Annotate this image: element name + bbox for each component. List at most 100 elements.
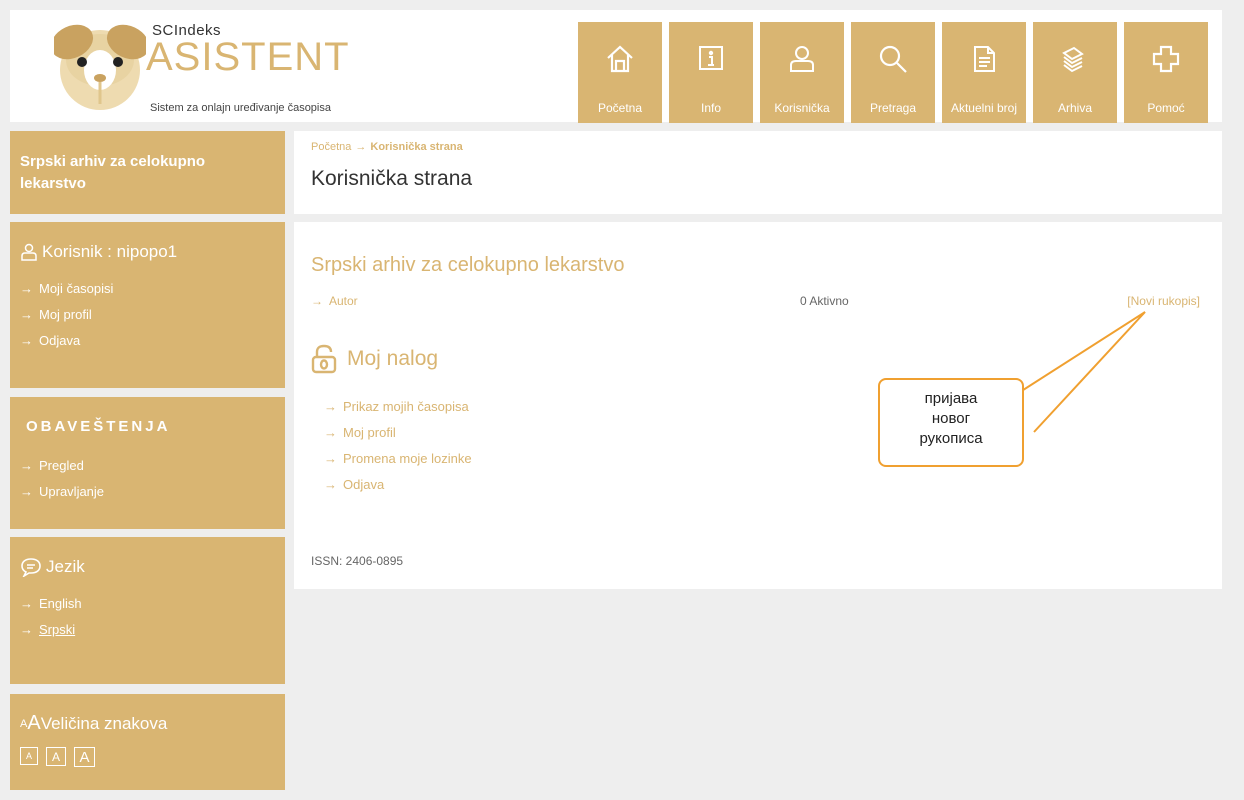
arrow-right-icon: → <box>20 458 33 473</box>
arrow-right-icon: → <box>20 307 33 322</box>
arrow-right-icon: → <box>20 622 33 637</box>
active-count: 0 Aktivno <box>800 294 849 308</box>
nav-pomoc[interactable]: Pomoć <box>1124 22 1208 123</box>
new-manuscript-link[interactable]: [Novi rukopis] <box>1127 294 1200 308</box>
nav-arhiva[interactable]: Arhiva <box>1033 22 1117 123</box>
account-link-label: Promena moje lozinke <box>343 451 472 466</box>
sidebar-user-title: Korisnik : nipopo1 <box>20 242 275 262</box>
dog-logo-icon <box>54 24 146 110</box>
sidebar-notifications-title: OBAVEŠTENJA <box>26 418 171 435</box>
sidebar-item-moji-casopisi[interactable]: → Moji časopisi <box>20 276 275 302</box>
account-link-label: Moj profil <box>343 425 396 440</box>
font-size-large-a: A <box>27 712 41 734</box>
main-nav: Početna Info Korisnička Pretraga Aktueln… <box>578 22 1208 123</box>
sidebar-item-label: Srpski <box>39 622 76 637</box>
issn-text: ISSN: 2406-0895 <box>311 554 404 568</box>
account-link-prikaz-casopisa[interactable]: → Prikaz mojih časopisa <box>324 394 472 420</box>
nav-korisnicka[interactable]: Korisnička <box>760 22 844 123</box>
breadcrumb-home[interactable]: Početna <box>311 141 351 153</box>
search-icon <box>879 45 907 73</box>
account-link-label: Odjava <box>343 477 385 492</box>
lock-open-icon <box>311 344 337 374</box>
sidebar-item-label: Moji časopisi <box>39 281 114 296</box>
help-cross-icon <box>1152 45 1180 73</box>
info-icon <box>699 46 723 70</box>
speech-bubble-icon <box>21 558 41 577</box>
sidebar-journal-title[interactable]: Srpski arhiv za celokupno lekarstvo <box>10 131 285 214</box>
sidebar-font-size-label: Veličina znakova <box>40 713 168 733</box>
font-size-buttons: A A A <box>20 747 275 767</box>
arrow-right-icon: → <box>20 281 33 296</box>
arrow-right-icon: → <box>324 425 337 440</box>
callout-annotation: пријава новог рукописа <box>878 378 1024 467</box>
archive-icon <box>1062 46 1084 73</box>
account-title-label: Moj nalog <box>347 347 439 370</box>
user-icon <box>790 46 814 72</box>
font-size-medium-button[interactable]: A <box>46 747 66 766</box>
nav-label: Pomoć <box>1147 101 1185 115</box>
journal-title: Srpski arhiv za celokupno lekarstvo <box>311 254 625 276</box>
home-icon <box>607 45 633 73</box>
arrow-right-icon: → <box>324 477 337 492</box>
sidebar-font-size-title: A A Veličina znakova <box>20 712 275 735</box>
nav-label: Korisnička <box>774 101 830 115</box>
callout-line: новог <box>931 410 971 427</box>
nav-pretraga[interactable]: Pretraga <box>851 22 935 123</box>
sidebar-item-label: Pregled <box>39 458 84 473</box>
nav-label: Aktuelni broj <box>950 101 1018 115</box>
sidebar-item-pregled[interactable]: → Pregled <box>20 453 275 479</box>
nav-pocetna[interactable]: Početna <box>578 22 662 123</box>
sidebar-journal-label: Srpski arhiv za celokupno lekarstvo <box>20 153 206 192</box>
document-icon <box>974 46 995 72</box>
sidebar-language-title: Jezik <box>20 557 275 577</box>
sidebar-item-label: Odjava <box>39 333 81 348</box>
arrow-right-icon: → <box>20 596 33 611</box>
logo-main-text: ASISTENT <box>146 35 350 79</box>
nav-aktuelni-broj[interactable]: Aktuelni broj <box>942 22 1026 123</box>
account-link-odjava[interactable]: → Odjava <box>324 472 472 498</box>
sidebar-item-upravljanje[interactable]: → Upravljanje <box>20 479 275 505</box>
sidebar-item-label: English <box>39 596 82 611</box>
nav-label: Početna <box>597 101 643 115</box>
sidebar-item-label: Moj profil <box>39 307 92 322</box>
breadcrumb-current: Korisnička strana <box>370 141 463 153</box>
nav-label: Pretraga <box>869 101 917 115</box>
callout-line: рукописа <box>919 430 983 447</box>
arrow-right-icon: → <box>324 451 337 466</box>
nav-label: Arhiva <box>1057 101 1092 115</box>
arrow-right-icon: → <box>355 141 367 153</box>
logo[interactable]: SCIndeks ASISTENT Sistem za onlajn uređi… <box>54 20 384 115</box>
header: SCIndeks ASISTENT Sistem za onlajn uređi… <box>10 10 1222 123</box>
font-size-large-button[interactable]: A <box>74 747 95 767</box>
sidebar-font-size-box: A A Veličina znakova A A A <box>10 694 285 790</box>
arrow-right-icon: → <box>311 294 323 308</box>
logo-tagline: Sistem za onlajn uređivanje časopisa <box>150 102 331 114</box>
font-size-small-button[interactable]: A <box>20 747 38 765</box>
user-icon <box>21 243 37 261</box>
role-label: Autor <box>329 294 358 308</box>
page-title: Korisnička strana <box>311 167 473 190</box>
account-link-promena-lozinke[interactable]: → Promena moje lozinke <box>324 446 472 472</box>
sidebar-item-english[interactable]: → English <box>20 591 275 617</box>
sidebar-user-box: Korisnik : nipopo1 → Moji časopisi → Moj p… <box>10 222 285 388</box>
sidebar-notifications-box: OBAVEŠTENJA → Pregled → Upravljanje <box>10 397 285 529</box>
breadcrumb: Početna → Korisnička strana <box>311 141 1222 153</box>
arrow-right-icon: → <box>324 399 337 414</box>
main-panel: Srpski arhiv za celokupno lekarstvo → Aut… <box>294 222 1222 589</box>
nav-info[interactable]: Info <box>669 22 753 123</box>
account-link-moj-profil[interactable]: → Moj profil <box>324 420 472 446</box>
breadcrumb-panel: Početna → Korisnička strana Korisnička s… <box>294 131 1222 214</box>
sidebar-item-srpski[interactable]: → Srpski <box>20 617 275 643</box>
account-section-title: Moj nalog <box>311 344 438 374</box>
sidebar-language-label: Jezik <box>46 557 85 576</box>
sidebar-item-label: Upravljanje <box>39 484 105 499</box>
account-link-label: Prikaz mojih časopisa <box>343 399 469 414</box>
arrow-right-icon: → <box>20 484 33 499</box>
arrow-right-icon: → <box>20 333 33 348</box>
font-size-small-a: A <box>20 717 28 730</box>
callout-line: пријава <box>924 390 978 407</box>
role-link-autor[interactable]: → Autor <box>311 294 358 308</box>
sidebar-item-odjava[interactable]: → Odjava <box>20 328 275 354</box>
sidebar-item-moj-profil[interactable]: → Moj profil <box>20 302 275 328</box>
sidebar-language-box: Jezik → English → Srpski <box>10 537 285 684</box>
